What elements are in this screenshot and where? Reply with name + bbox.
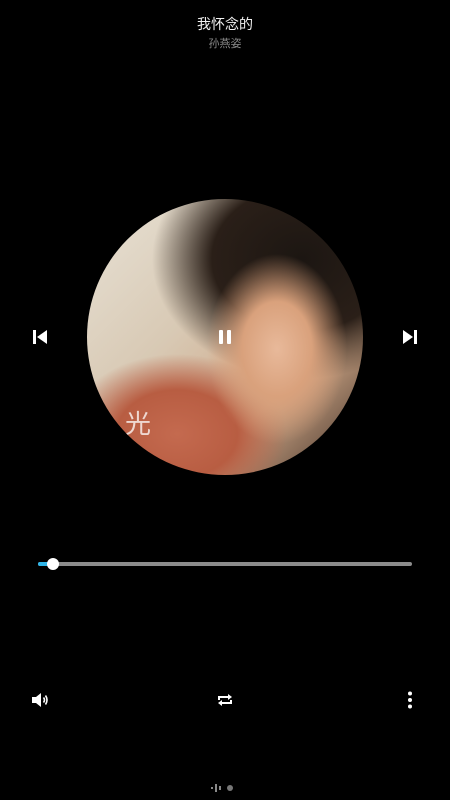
page-dot[interactable] <box>227 785 233 791</box>
seek-thumb[interactable] <box>46 558 59 570</box>
next-button[interactable] <box>396 326 424 348</box>
seek-track <box>38 562 412 566</box>
song-title: 我怀念的 <box>197 17 253 33</box>
volume-button[interactable] <box>28 688 52 712</box>
repeat-icon <box>218 694 232 706</box>
pause-icon <box>219 330 231 344</box>
equalizer-icon[interactable] <box>211 784 221 792</box>
artist-name: 孙燕姿 <box>208 37 242 50</box>
page-indicator <box>211 782 241 794</box>
skip-previous-icon <box>33 330 47 344</box>
more-vertical-icon <box>408 691 412 709</box>
more-options-button[interactable] <box>398 688 422 712</box>
volume-icon <box>32 693 48 707</box>
cover-text: 光 <box>125 410 152 440</box>
skip-next-icon <box>403 330 417 344</box>
play-pause-button[interactable] <box>210 325 240 349</box>
repeat-button[interactable] <box>213 688 237 712</box>
previous-button[interactable] <box>26 326 54 348</box>
seek-bar[interactable] <box>38 556 412 572</box>
